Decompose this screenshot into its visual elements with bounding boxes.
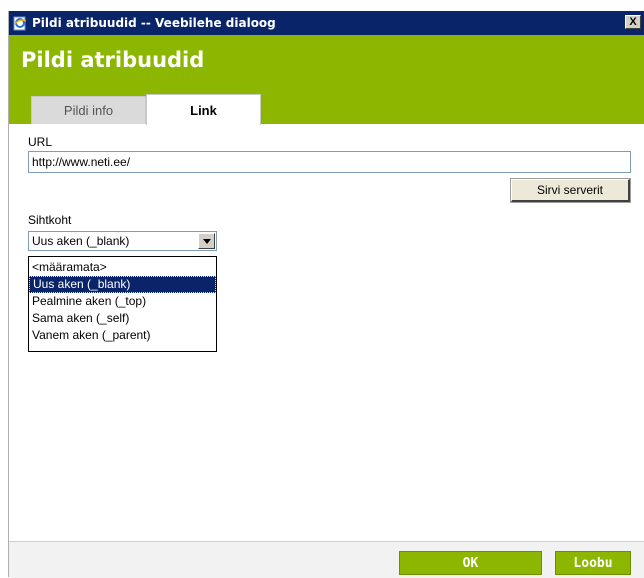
option-parent[interactable]: Vanem aken (_parent) — [29, 327, 216, 344]
dialog-window: Pildi atribuudid -- Veebilehe dialoog X … — [8, 11, 644, 578]
ok-button[interactable]: OK — [399, 551, 542, 575]
url-input[interactable] — [28, 151, 631, 173]
url-label: URL — [28, 135, 53, 149]
option-undefined[interactable]: <määramata> — [29, 259, 216, 276]
dialog-header: Pildi atribuudid Pildi info Link — [9, 35, 644, 125]
option-top[interactable]: Pealmine aken (_top) — [29, 293, 216, 310]
target-dropdown-list[interactable]: <määramata> Uus aken (_blank) Pealmine a… — [28, 256, 217, 352]
window-title: Pildi atribuudid -- Veebilehe dialoog — [32, 16, 276, 30]
browse-server-button[interactable]: Sirvi serverit — [510, 178, 631, 203]
ie-page-icon — [12, 15, 28, 31]
cancel-button[interactable]: Loobu — [555, 551, 631, 575]
chevron-down-icon[interactable] — [198, 233, 215, 249]
target-label: Sihtkoht — [28, 213, 72, 227]
dialog-footer — [9, 541, 644, 578]
target-selected-value: Uus aken (_blank) — [32, 234, 130, 248]
tab-image-info[interactable]: Pildi info — [31, 96, 146, 124]
tab-link[interactable]: Link — [146, 94, 261, 125]
close-button[interactable]: X — [625, 15, 641, 29]
target-select[interactable]: Uus aken (_blank) — [28, 231, 217, 251]
title-bar[interactable]: Pildi atribuudid -- Veebilehe dialoog X — [9, 11, 644, 35]
option-blank[interactable]: Uus aken (_blank) — [29, 276, 216, 293]
page-title: Pildi atribuudid — [21, 48, 205, 72]
option-self[interactable]: Sama aken (_self) — [29, 310, 216, 327]
